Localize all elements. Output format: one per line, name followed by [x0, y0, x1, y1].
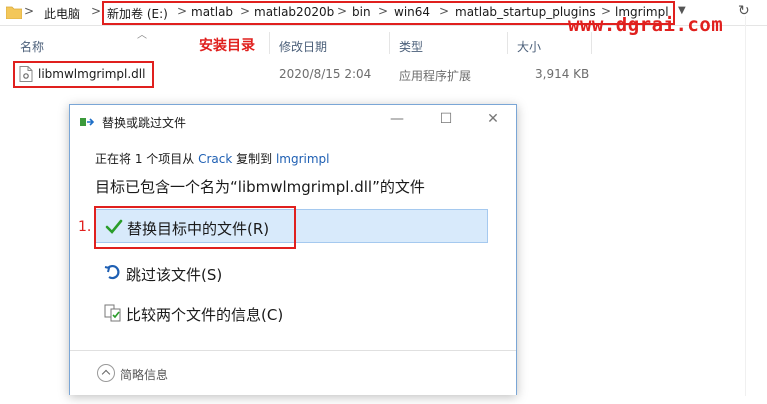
refresh-icon[interactable]: ↻	[738, 3, 750, 19]
folder-icon	[6, 6, 22, 19]
dialog-heading: 目标已包含一个名为“libmwlmgrimpl.dll”的文件	[95, 178, 425, 196]
column-divider[interactable]	[591, 32, 592, 54]
skip-file-label: 跳过该文件(S)	[126, 266, 223, 284]
copy-progress-icon	[80, 118, 95, 126]
column-divider[interactable]	[507, 32, 508, 54]
copy-status: 正在将 1 个项目从 Crack 复制到 lmgrimpl	[95, 150, 330, 167]
replace-skip-dialog: 替换或跳过文件 — ☐ ✕ 正在将 1 个项目从 Crack 复制到 lmgri…	[69, 104, 517, 395]
chevron-right-icon: >	[24, 4, 35, 18]
copy-status-middle: 复制到	[232, 152, 276, 166]
file-size: 3,914 KB	[535, 67, 590, 81]
breadcrumb-this-pc[interactable]: 此电脑	[44, 5, 80, 22]
source-folder-link[interactable]: Crack	[198, 152, 232, 166]
annotation-box-replace	[94, 206, 296, 249]
maximize-icon: ☐	[439, 111, 453, 127]
minimize-icon[interactable]: —	[387, 111, 407, 127]
file-type: 应用程序扩展	[399, 69, 472, 83]
column-divider[interactable]	[269, 32, 270, 54]
annotation-install-dir: 安装目录	[199, 38, 255, 54]
file-modified: 2020/8/15 2:04	[279, 67, 372, 81]
scrollbar[interactable]	[745, 16, 746, 396]
chevron-up-circle-icon[interactable]	[97, 364, 115, 382]
column-header-modified[interactable]: 修改日期	[279, 38, 327, 55]
close-icon[interactable]: ✕	[483, 111, 503, 127]
dialog-footer: 简略信息	[70, 350, 516, 395]
file-name[interactable]: libmwlmgrimpl.dll	[38, 67, 145, 81]
chevron-right-icon: >	[91, 4, 102, 18]
copy-status-prefix: 正在将 1 个项目从	[95, 152, 199, 166]
sort-up-icon: ︿	[137, 30, 147, 41]
compare-files-icon	[104, 304, 121, 322]
column-divider[interactable]	[389, 32, 390, 54]
skip-arrow-icon	[104, 265, 120, 280]
compare-files-label: 比较两个文件的信息(C)	[126, 306, 284, 324]
dll-file-icon	[19, 66, 33, 82]
column-header-size[interactable]: 大小	[517, 38, 541, 55]
annotation-step-1: 1.	[78, 219, 92, 235]
fewer-details-link[interactable]: 简略信息	[120, 366, 168, 383]
dialog-title: 替换或跳过文件	[102, 116, 187, 130]
column-header-type[interactable]: 类型	[399, 38, 423, 55]
destination-folder-link[interactable]: lmgrimpl	[276, 152, 330, 166]
skip-file-option[interactable]: 跳过该文件(S)	[95, 256, 488, 290]
compare-files-option[interactable]: 比较两个文件的信息(C)	[95, 296, 488, 330]
column-header-name[interactable]: 名称	[20, 38, 44, 55]
